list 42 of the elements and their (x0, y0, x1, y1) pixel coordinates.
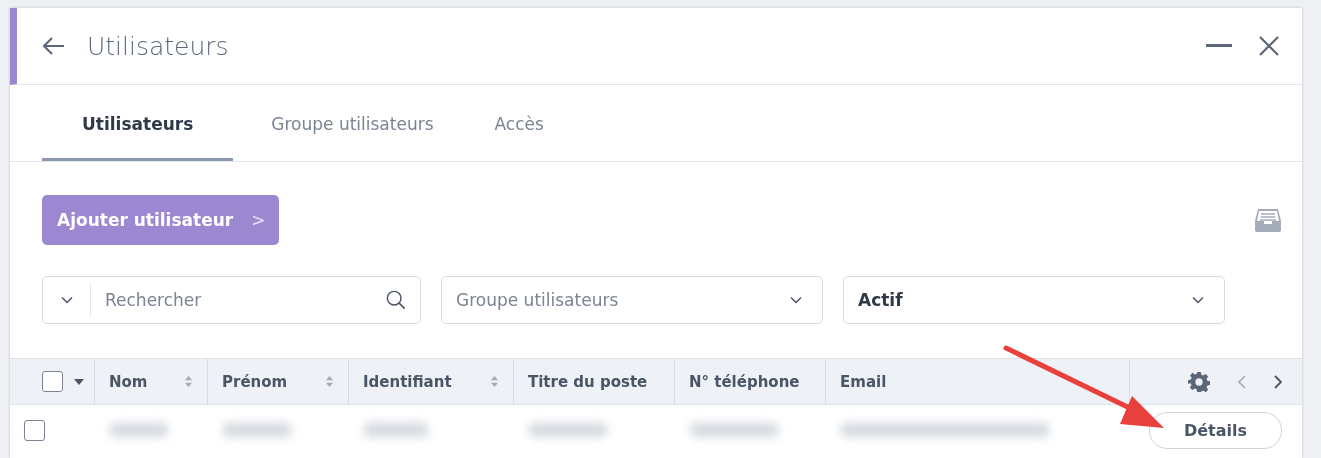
row-checkbox[interactable] (24, 419, 45, 441)
chevron-left-icon (1238, 374, 1246, 389)
sort-icon[interactable] (325, 375, 334, 388)
close-button[interactable] (1258, 35, 1280, 57)
sort-icon[interactable] (490, 375, 499, 388)
search-field[interactable]: Rechercher (91, 290, 386, 310)
chevron-down-icon (790, 296, 802, 304)
archive-tray-icon (1254, 208, 1282, 232)
search-icon (386, 290, 406, 310)
details-button[interactable]: Détails (1148, 411, 1282, 449)
status-dropdown[interactable]: Actif (844, 290, 1192, 310)
column-header[interactable]: Titre du poste (514, 359, 675, 404)
archive-button[interactable] (1254, 208, 1282, 232)
tab[interactable]: Utilisateurs (42, 85, 234, 161)
redacted-text (109, 422, 169, 438)
close-icon (1258, 35, 1280, 57)
column-header[interactable]: N° téléphone (675, 359, 826, 404)
back-button[interactable] (43, 37, 65, 55)
search-box[interactable]: Rechercher (42, 276, 421, 324)
tab[interactable]: Accès (456, 85, 567, 161)
group-dropdown[interactable]: Groupe utilisateurs (442, 290, 790, 310)
next-button[interactable] (1274, 374, 1282, 389)
window-title: Utilisateurs (87, 31, 229, 61)
chevron-down-icon (60, 296, 73, 304)
column-header[interactable]: Prénom (208, 359, 349, 404)
select-all-checkbox[interactable] (42, 371, 63, 392)
redacted-text (363, 422, 429, 438)
back-arrow-icon (43, 37, 65, 55)
settings-icon[interactable] (1188, 370, 1210, 393)
column-header[interactable]: Identifiant (349, 359, 514, 404)
caret-down-icon[interactable] (74, 378, 84, 385)
minimize-button[interactable] (1206, 44, 1232, 48)
tab[interactable]: Groupe utilisateurs (233, 85, 457, 161)
previous-button[interactable] (1238, 374, 1246, 389)
chevron-right-icon (1274, 374, 1282, 389)
redacted-text (222, 422, 292, 438)
group-select[interactable]: Groupe utilisateurs (441, 276, 823, 324)
chevron-down-icon (1192, 296, 1204, 304)
minimize-icon (1206, 44, 1232, 48)
status-select[interactable]: Actif (843, 276, 1225, 324)
sort-icon[interactable] (184, 375, 193, 388)
column-header[interactable]: Nom (95, 359, 208, 404)
